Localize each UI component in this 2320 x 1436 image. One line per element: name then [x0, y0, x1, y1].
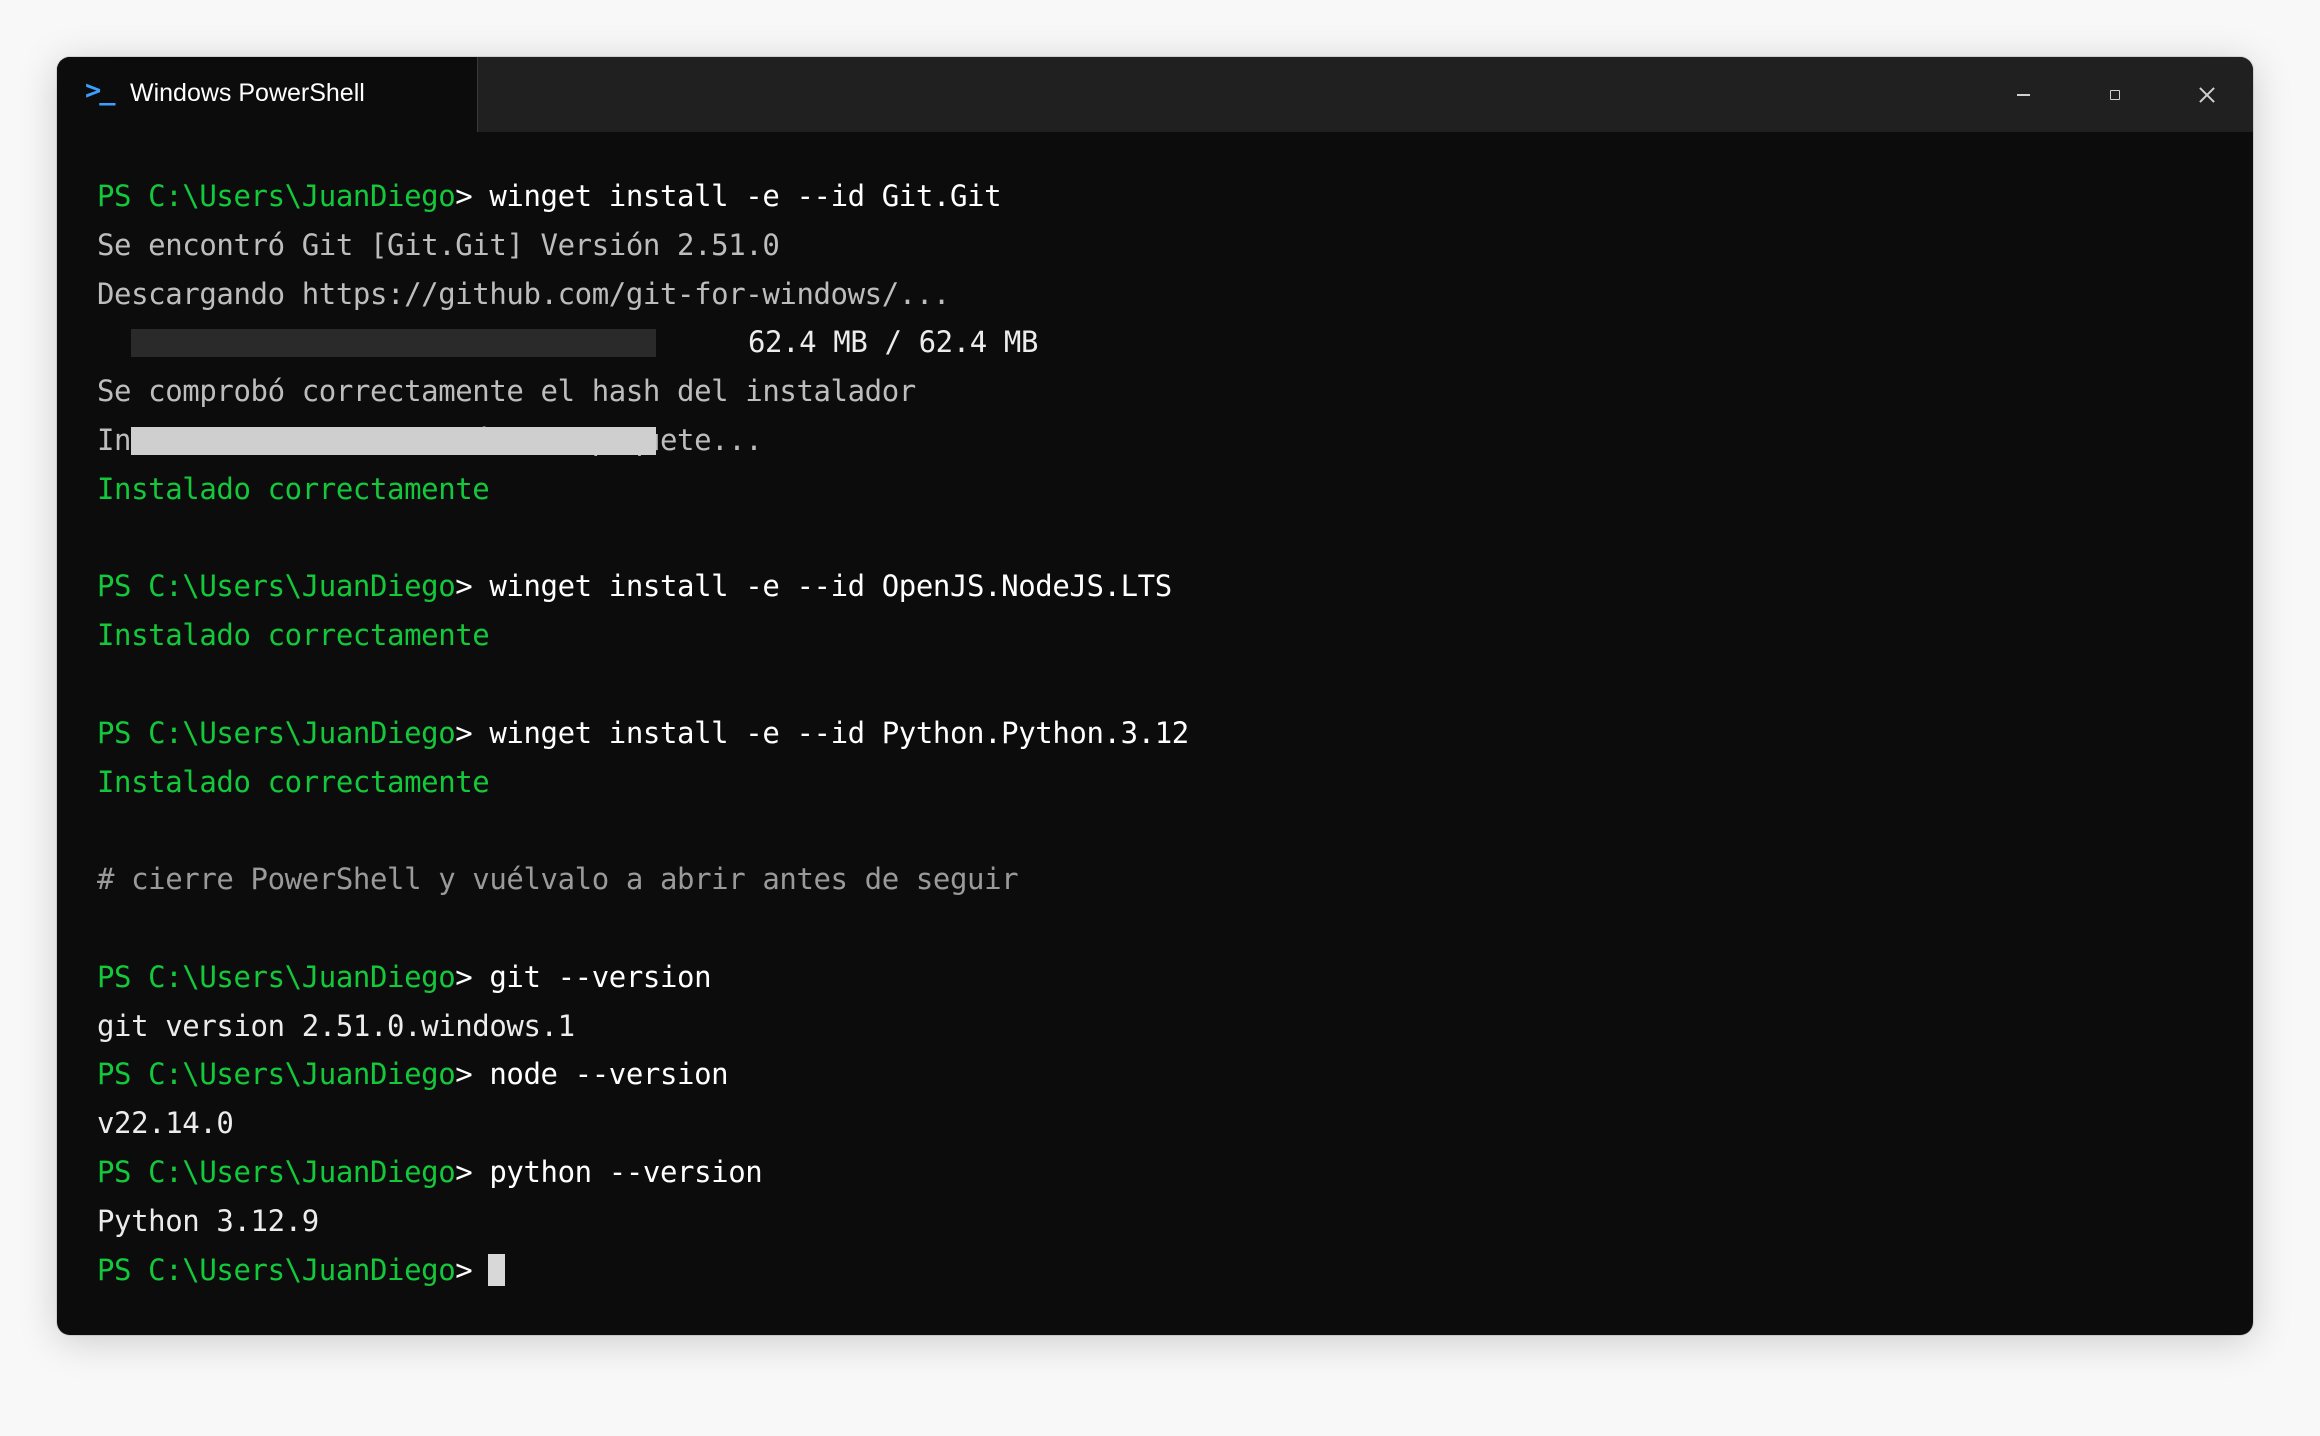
success-line: Instalado correctamente [97, 764, 490, 799]
prompt-suffix: > [455, 179, 473, 213]
download-progress-fill [131, 426, 656, 455]
prompt-path: PS C:\Users\JuanDiego [97, 569, 456, 604]
tab-title: Windows PowerShell [130, 79, 365, 107]
terminal-output[interactable]: PS C:\Users\JuanDiego> winget install -e… [97, 172, 2223, 1315]
command-text: node --version [489, 1057, 729, 1092]
minimize-button[interactable] [1977, 57, 2069, 132]
prompt-path: PS C:\Users\JuanDiego [97, 1154, 456, 1189]
prompt-line: PS C:\Users\JuanDiego> winget install -e… [97, 172, 2223, 221]
prompt-path: PS C:\Users\JuanDiego [97, 1057, 456, 1092]
success-line: Instalado correctamente [97, 618, 490, 653]
output-line: Python 3.12.9 [97, 1203, 319, 1238]
output-line: Descargando https://github.com/git-for-w… [97, 276, 950, 311]
powershell-window: >_ Windows PowerShell PS C:\Users\JuanDi… [57, 57, 2253, 1335]
download-progress-bar [131, 329, 656, 455]
prompt-line: PS C:\Users\JuanDiego> winget install -e… [97, 562, 2223, 611]
prompt-suffix: > [455, 959, 473, 994]
output-line: Se encontró Git [Git.Git] Versión 2.51.0 [97, 227, 780, 262]
command-text: python --version [489, 1154, 763, 1189]
output-line: v22.14.0 [97, 1106, 234, 1141]
command-text: git --version [489, 959, 712, 994]
tab-divider [477, 57, 478, 132]
prompt-suffix: > [455, 715, 473, 750]
powershell-prompt-icon: >_ [85, 75, 115, 106]
prompt-suffix: > [455, 569, 473, 604]
active-prompt-line[interactable]: PS C:\Users\JuanDiego> [97, 1246, 2223, 1295]
prompt-suffix: > [455, 1252, 473, 1287]
prompt-line: PS C:\Users\JuanDiego> winget install -e… [97, 709, 2223, 758]
tab-windows-powershell[interactable]: >_ Windows PowerShell [57, 57, 477, 132]
prompt-suffix: > [455, 1154, 473, 1189]
download-progress-text: 62.4 MB / 62.4 MB [748, 325, 1039, 360]
close-icon [2198, 86, 2216, 104]
prompt-path: PS C:\Users\JuanDiego [97, 715, 456, 750]
minimize-icon [2016, 93, 2030, 96]
maximize-button[interactable] [2069, 57, 2161, 132]
prompt-line: PS C:\Users\JuanDiego> node --version [97, 1050, 2223, 1099]
command-text: winget install -e --id OpenJS.NodeJS.LTS [489, 569, 1172, 604]
output-line: git version 2.51.0.windows.1 [97, 1008, 575, 1043]
comment-line: # cierre PowerShell y vuélvalo a abrir a… [97, 862, 1019, 897]
close-button[interactable] [2161, 57, 2253, 132]
prompt-path: PS C:\Users\JuanDiego [97, 959, 456, 994]
download-progress-line: 62.4 MB / 62.4 MB [97, 318, 2223, 455]
prompt-suffix: > [455, 1057, 473, 1092]
prompt-path: PS C:\Users\JuanDiego [97, 1252, 456, 1287]
prompt-path: PS C:\Users\JuanDiego [97, 179, 456, 213]
text-cursor [488, 1253, 506, 1286]
prompt-line: PS C:\Users\JuanDiego> python --version [97, 1148, 2223, 1197]
prompt-line: PS C:\Users\JuanDiego> git --version [97, 953, 2223, 1002]
maximize-icon [2110, 89, 2120, 100]
title-bar: >_ Windows PowerShell [57, 57, 2253, 132]
command-text: winget install -e --id Python.Python.3.1… [489, 715, 1189, 750]
command-text: winget install -e --id Git.Git [489, 179, 1002, 213]
